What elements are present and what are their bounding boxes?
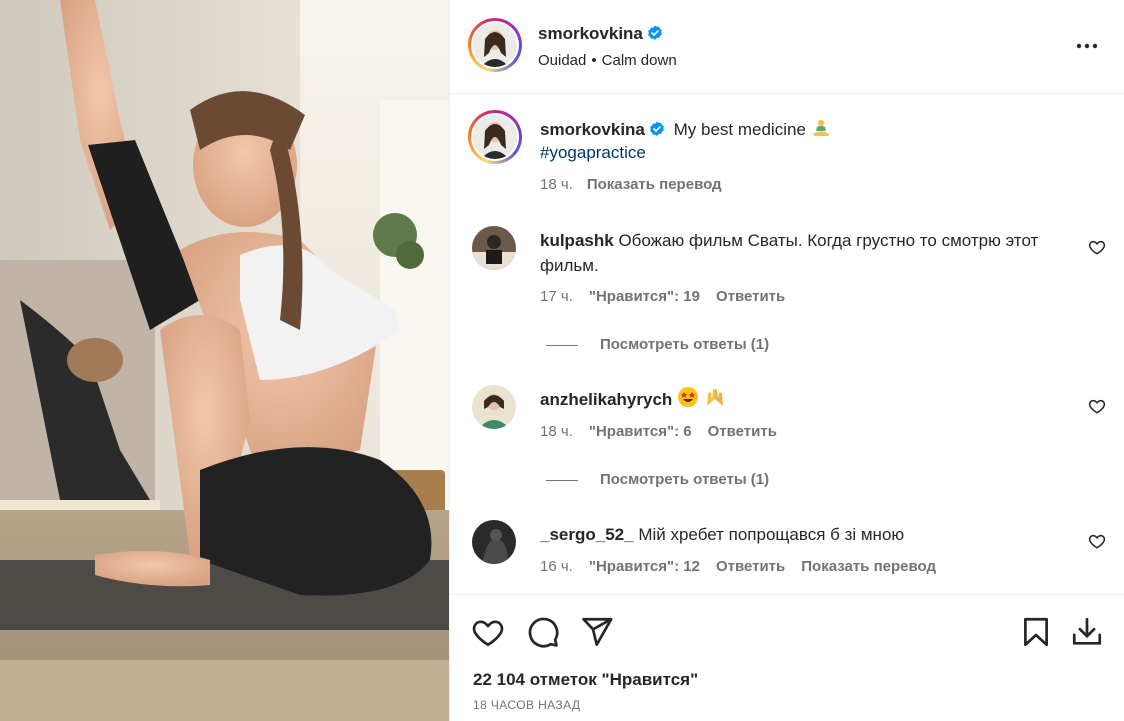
reply-button[interactable]: Ответить xyxy=(716,288,785,305)
post-media[interactable] xyxy=(0,0,449,721)
comment-meta: 18 ч. "Нравится": 6 Ответить xyxy=(540,423,793,440)
person-in-lotus-position-icon xyxy=(812,119,829,136)
caption-meta: 18 ч. Показать перевод xyxy=(540,176,722,193)
likes-count[interactable]: 22 104 отметок "Нравится" xyxy=(473,670,698,690)
caption-author-avatar[interactable] xyxy=(468,110,522,164)
audio-artist[interactable]: Ouidad xyxy=(538,52,586,69)
raised-hands-icon xyxy=(706,389,723,406)
reply-button[interactable]: Ответить xyxy=(716,558,785,575)
audio-track[interactable]: Calm down xyxy=(602,52,677,69)
comment-meta: 17 ч. "Нравится": 19 Ответить xyxy=(540,288,801,305)
hashtag-link[interactable]: #yogapractice xyxy=(540,143,646,163)
post-details-panel: smorkovkina Ouidad • Calm down smorkovkina… xyxy=(450,0,1124,721)
comment-avatar[interactable] xyxy=(472,520,516,564)
save-bookmark-icon[interactable] xyxy=(1019,615,1053,649)
commenter-avatar-image xyxy=(472,385,516,429)
star-struck-face-icon xyxy=(678,387,699,407)
comment-likes[interactable]: "Нравится": 19 xyxy=(589,288,700,305)
comment-avatar[interactable] xyxy=(472,226,516,270)
reply-button[interactable]: Ответить xyxy=(708,423,777,440)
caption-time[interactable]: 18 ч. xyxy=(540,176,573,193)
comment-username[interactable]: kulpashk xyxy=(540,231,614,250)
author-avatar-image xyxy=(473,23,517,67)
caption-avatar-image xyxy=(473,115,517,159)
translate-button[interactable]: Показать перевод xyxy=(587,176,722,193)
comment-time[interactable]: 16 ч. xyxy=(540,558,573,575)
comment-bubble-icon[interactable] xyxy=(526,615,560,649)
post-timestamp[interactable]: 18 часов назад xyxy=(473,698,580,712)
comment-username[interactable]: anzhelikahyrych xyxy=(540,390,672,409)
yoga-photo xyxy=(0,0,449,721)
author-username[interactable]: smorkovkina xyxy=(538,24,663,44)
translate-button[interactable]: Показать перевод xyxy=(801,558,936,575)
more-options-icon[interactable] xyxy=(1074,36,1100,56)
post-header: smorkovkina Ouidad • Calm down xyxy=(450,0,1124,94)
comment-likes[interactable]: "Нравится": 6 xyxy=(589,423,692,440)
comment-text: _sergo_52_ Мій хребет попрощався б зі мн… xyxy=(540,525,905,544)
comment-meta: 16 ч. "Нравится": 12 Ответить Показать пере… xyxy=(540,558,952,575)
commenter-avatar-image xyxy=(472,520,516,564)
replies-line xyxy=(546,479,578,481)
view-replies-button[interactable]: Посмотреть ответы (1) xyxy=(546,471,769,488)
caption-username[interactable]: smorkovkina xyxy=(540,120,645,139)
comment-text: kulpashk Обожаю фильм Сваты. Когда груст… xyxy=(540,231,1039,275)
like-comment-heart-icon[interactable] xyxy=(1088,532,1106,550)
comment-likes[interactable]: "Нравится": 12 xyxy=(589,558,700,575)
comment-avatar[interactable] xyxy=(472,385,516,429)
replies-line xyxy=(546,344,578,346)
verified-badge-icon xyxy=(649,121,664,136)
caption-line: smorkovkina My best medicine xyxy=(540,118,831,140)
audio-info[interactable]: Ouidad • Calm down xyxy=(538,52,677,69)
verified-badge-icon xyxy=(647,25,662,40)
commenter-avatar-image xyxy=(472,226,516,270)
comment-username[interactable]: _sergo_52_ xyxy=(540,525,634,544)
share-paper-plane-icon[interactable] xyxy=(580,615,614,649)
author-avatar[interactable] xyxy=(468,18,522,72)
comment-time[interactable]: 18 ч. xyxy=(540,423,573,440)
caption-text: My best medicine xyxy=(673,120,806,139)
comment-text: anzhelikahyrych xyxy=(540,386,1080,412)
separator: • xyxy=(591,52,597,69)
post-footer: 22 104 отметок "Нравится" 18 часов назад xyxy=(450,594,1124,721)
download-icon[interactable] xyxy=(1070,615,1104,649)
view-replies-button[interactable]: Посмотреть ответы (1) xyxy=(546,336,769,353)
like-comment-heart-icon[interactable] xyxy=(1088,397,1106,415)
like-comment-heart-icon[interactable] xyxy=(1088,238,1106,256)
comment-time[interactable]: 17 ч. xyxy=(540,288,573,305)
like-heart-icon[interactable] xyxy=(471,615,505,649)
